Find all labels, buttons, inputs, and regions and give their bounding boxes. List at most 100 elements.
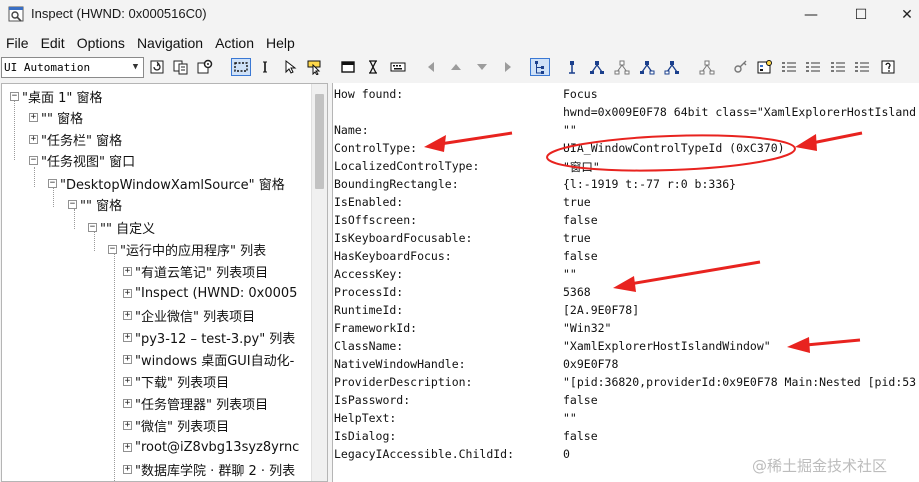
tree-expander[interactable]: +: [123, 354, 132, 364]
tree-node[interactable]: + "" 窗格: [29, 107, 83, 127]
list-icon[interactable]: [780, 58, 798, 76]
tree-node[interactable]: − "" 自定义: [88, 217, 155, 237]
property-value: true: [563, 195, 591, 209]
pointer-icon[interactable]: [281, 58, 299, 76]
tree-prev-icon[interactable]: [638, 58, 656, 76]
tree-expander[interactable]: −: [108, 244, 117, 254]
property-row: RuntimeId: [2A.9E0F78]: [333, 301, 919, 319]
tree-node[interactable]: + "windows 桌面GUI自动化-: [123, 349, 294, 369]
tree-first-child-icon[interactable]: [613, 58, 631, 76]
tree-expander[interactable]: −: [10, 91, 19, 101]
scrollbar-thumb[interactable]: [315, 94, 324, 189]
minimize-button[interactable]: —: [788, 0, 834, 30]
tree-parent-icon[interactable]: [588, 58, 606, 76]
tree-expander[interactable]: +: [29, 112, 38, 122]
property-name: IsEnabled:: [334, 195, 404, 209]
nav-right-icon[interactable]: [498, 58, 516, 76]
tree-expander[interactable]: +: [123, 288, 132, 298]
tree-node-label: "任务视图" 窗口: [41, 154, 136, 170]
tree-node[interactable]: + "有道云笔记" 列表项目: [123, 261, 268, 281]
tree-node-label: "有道云笔记" 列表项目: [135, 265, 269, 281]
tree-next-icon[interactable]: [663, 58, 681, 76]
list-alt-icon[interactable]: [804, 58, 822, 76]
tree-last-icon[interactable]: [698, 58, 716, 76]
tree-expander[interactable]: +: [29, 134, 38, 144]
tree-node[interactable]: − "DesktopWindowXamlSource" 窗格: [48, 173, 285, 193]
property-name: BoundingRectangle:: [334, 177, 459, 191]
tree-node[interactable]: + "数据库学院 · 群聊 2 · 列表: [123, 459, 295, 479]
window-icon[interactable]: [339, 58, 357, 76]
element-tree-pane[interactable]: − "桌面 1" 窗格 + "" 窗格 + "任务栏" 窗格 − "任务视图" …: [1, 83, 328, 482]
title-bar: Inspect (HWND: 0x000516C0) — ☐ ✕: [0, 0, 919, 30]
tree-expander[interactable]: +: [123, 266, 132, 276]
tree-node[interactable]: + "下载" 列表项目: [123, 371, 229, 391]
property-name: ProcessId:: [334, 285, 404, 299]
property-name: ClassName:: [334, 339, 404, 353]
caret-icon[interactable]: [256, 58, 274, 76]
menu-file[interactable]: File: [0, 32, 35, 54]
tree-view-icon[interactable]: [530, 58, 550, 76]
properties-icon[interactable]: [756, 58, 774, 76]
tree-expander[interactable]: −: [48, 178, 57, 188]
focus-tracking-icon[interactable]: [305, 58, 323, 76]
close-button[interactable]: ✕: [884, 0, 919, 30]
nav-up-icon[interactable]: [447, 58, 465, 76]
list-third-icon[interactable]: [829, 58, 847, 76]
tree-expander[interactable]: +: [123, 332, 132, 342]
property-name: IsOffscreen:: [334, 213, 418, 227]
property-value: "XamlExplorerHostIslandWindow": [563, 339, 771, 353]
tree-node[interactable]: − "任务视图" 窗口: [29, 150, 135, 170]
tree-expander[interactable]: −: [29, 155, 38, 165]
help-icon[interactable]: [879, 58, 897, 76]
maximize-button[interactable]: ☐: [838, 0, 884, 30]
tree-expander[interactable]: −: [68, 199, 77, 209]
settings-icon[interactable]: [196, 58, 214, 76]
mode-select[interactable]: UI Automation ▼: [1, 57, 144, 78]
property-value: 0: [563, 447, 570, 461]
hourglass-icon[interactable]: [364, 58, 382, 76]
tree-expander[interactable]: +: [123, 442, 132, 452]
list-fourth-icon[interactable]: [853, 58, 871, 76]
tree-node[interactable]: + "py3-12 – test-3.py" 列表: [123, 327, 295, 347]
tree-node[interactable]: + "任务管理器" 列表项目: [123, 393, 268, 413]
nav-down-icon[interactable]: [473, 58, 491, 76]
menu-options[interactable]: Options: [71, 32, 131, 54]
refresh-icon[interactable]: [148, 58, 166, 76]
window-title: Inspect (HWND: 0x000516C0): [31, 6, 207, 21]
tree-node-label: "windows 桌面GUI自动化-: [135, 353, 295, 369]
tree-scrollbar[interactable]: [311, 84, 327, 481]
tree-line: [14, 100, 15, 160]
tree-node[interactable]: + "Inspect (HWND: 0x0005: [123, 283, 297, 303]
property-value: {l:-1919 t:-77 r:0 b:336}: [563, 177, 737, 191]
copy-icon[interactable]: [172, 58, 190, 76]
tree-expander[interactable]: +: [123, 376, 132, 386]
tree-node[interactable]: − "桌面 1" 窗格: [10, 86, 103, 106]
tree-node[interactable]: − "运行中的应用程序" 列表: [108, 239, 266, 259]
chevron-down-icon: ▼: [132, 62, 139, 72]
key-icon[interactable]: [732, 58, 750, 76]
property-value: "": [563, 267, 577, 281]
tree-node[interactable]: + "企业微信" 列表项目: [123, 305, 255, 325]
menu-action[interactable]: Action: [209, 32, 260, 54]
nav-left-icon[interactable]: [423, 58, 441, 76]
tree-node[interactable]: + "root@iZ8vbg13syz8yrnc: [123, 437, 299, 457]
tree-expander[interactable]: +: [123, 310, 132, 320]
tree-expander[interactable]: +: [123, 464, 132, 474]
tree-node-icon[interactable]: [563, 58, 581, 76]
tree-node-label: "" 窗格: [41, 111, 84, 127]
property-row: IsKeyboardFocusable: true: [333, 229, 919, 247]
menu-help[interactable]: Help: [260, 32, 301, 54]
keyboard-icon[interactable]: [389, 58, 407, 76]
property-row: ControlType: UIA_WindowControlTypeId (0xC…: [333, 139, 919, 157]
menu-edit[interactable]: Edit: [35, 32, 71, 54]
property-value: "": [563, 123, 577, 137]
tree-node[interactable]: + "微信" 列表项目: [123, 415, 229, 435]
highlight-rect-icon[interactable]: [231, 58, 251, 76]
tree-node[interactable]: + "任务栏" 窗格: [29, 129, 122, 149]
tree-expander[interactable]: +: [123, 420, 132, 430]
menu-navigation[interactable]: Navigation: [131, 32, 209, 54]
tree-node[interactable]: − "" 窗格: [68, 194, 122, 214]
tree-expander[interactable]: −: [88, 222, 97, 232]
properties-pane[interactable]: How found: Focus hwnd=0x009E0F78 64bit cl…: [332, 83, 919, 482]
tree-expander[interactable]: +: [123, 398, 132, 408]
